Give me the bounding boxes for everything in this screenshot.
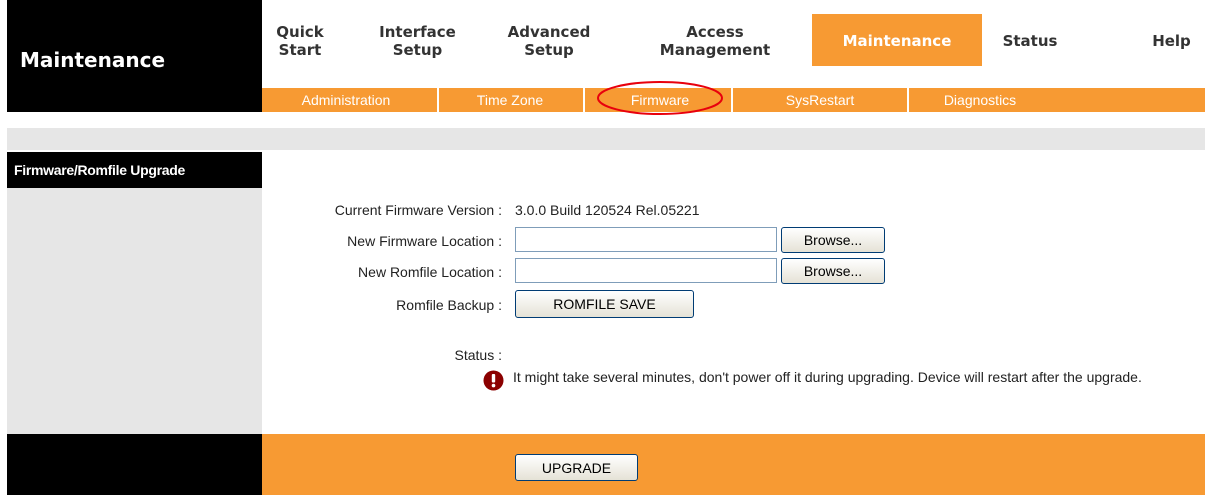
romfile-save-button[interactable]: ROMFILE SAVE [515, 290, 694, 318]
subnav-diagnostics[interactable]: Diagnostics [920, 88, 1040, 112]
exclamation-circle-icon [483, 370, 504, 391]
nav-interface-setup[interactable]: Interface Setup [370, 20, 465, 62]
subnav-time-zone[interactable]: Time Zone [450, 88, 570, 112]
browse-romfile-button[interactable]: Browse... [781, 258, 885, 284]
current-firmware-label: Current Firmware Version : [334, 202, 502, 218]
section-title: Firmware/Romfile Upgrade [14, 162, 185, 178]
upgrade-button[interactable]: UPGRADE [515, 454, 638, 481]
browse-firmware-button[interactable]: Browse... [781, 227, 885, 253]
status-warning-message: It might take several minutes, don't pow… [513, 369, 1142, 385]
nav-access-management[interactable]: Access Management [640, 20, 790, 62]
nav-maintenance[interactable]: Maintenance [812, 20, 982, 62]
nav-quick-start[interactable]: Quick Start [265, 20, 335, 62]
nav-status[interactable]: Status [988, 20, 1072, 62]
new-firmware-file-input[interactable] [515, 227, 777, 252]
page-title: Maintenance [20, 48, 166, 72]
status-label: Status : [454, 347, 502, 363]
subnav-administration[interactable]: Administration [276, 88, 416, 112]
subnav-divider [437, 88, 439, 112]
romfile-backup-label: Romfile Backup : [396, 297, 502, 313]
footer-action-bar [262, 434, 1205, 495]
separator-strip [7, 128, 1205, 150]
subnav-divider [907, 88, 909, 112]
subnav-divider [731, 88, 733, 112]
new-firmware-label: New Firmware Location : [347, 233, 502, 249]
subnav-divider [583, 88, 585, 112]
subnav-sysrestart[interactable]: SysRestart [750, 88, 890, 112]
new-romfile-label: New Romfile Location : [358, 264, 502, 280]
nav-help[interactable]: Help [1138, 20, 1205, 62]
new-romfile-file-input[interactable] [515, 258, 777, 283]
current-firmware-value: 3.0.0 Build 120524 Rel.05221 [515, 202, 700, 218]
highlight-ellipse-annotation [597, 81, 723, 115]
nav-advanced-setup[interactable]: Advanced Setup [494, 20, 604, 62]
footer-left-panel [7, 434, 262, 495]
sidebar-panel [7, 188, 262, 434]
